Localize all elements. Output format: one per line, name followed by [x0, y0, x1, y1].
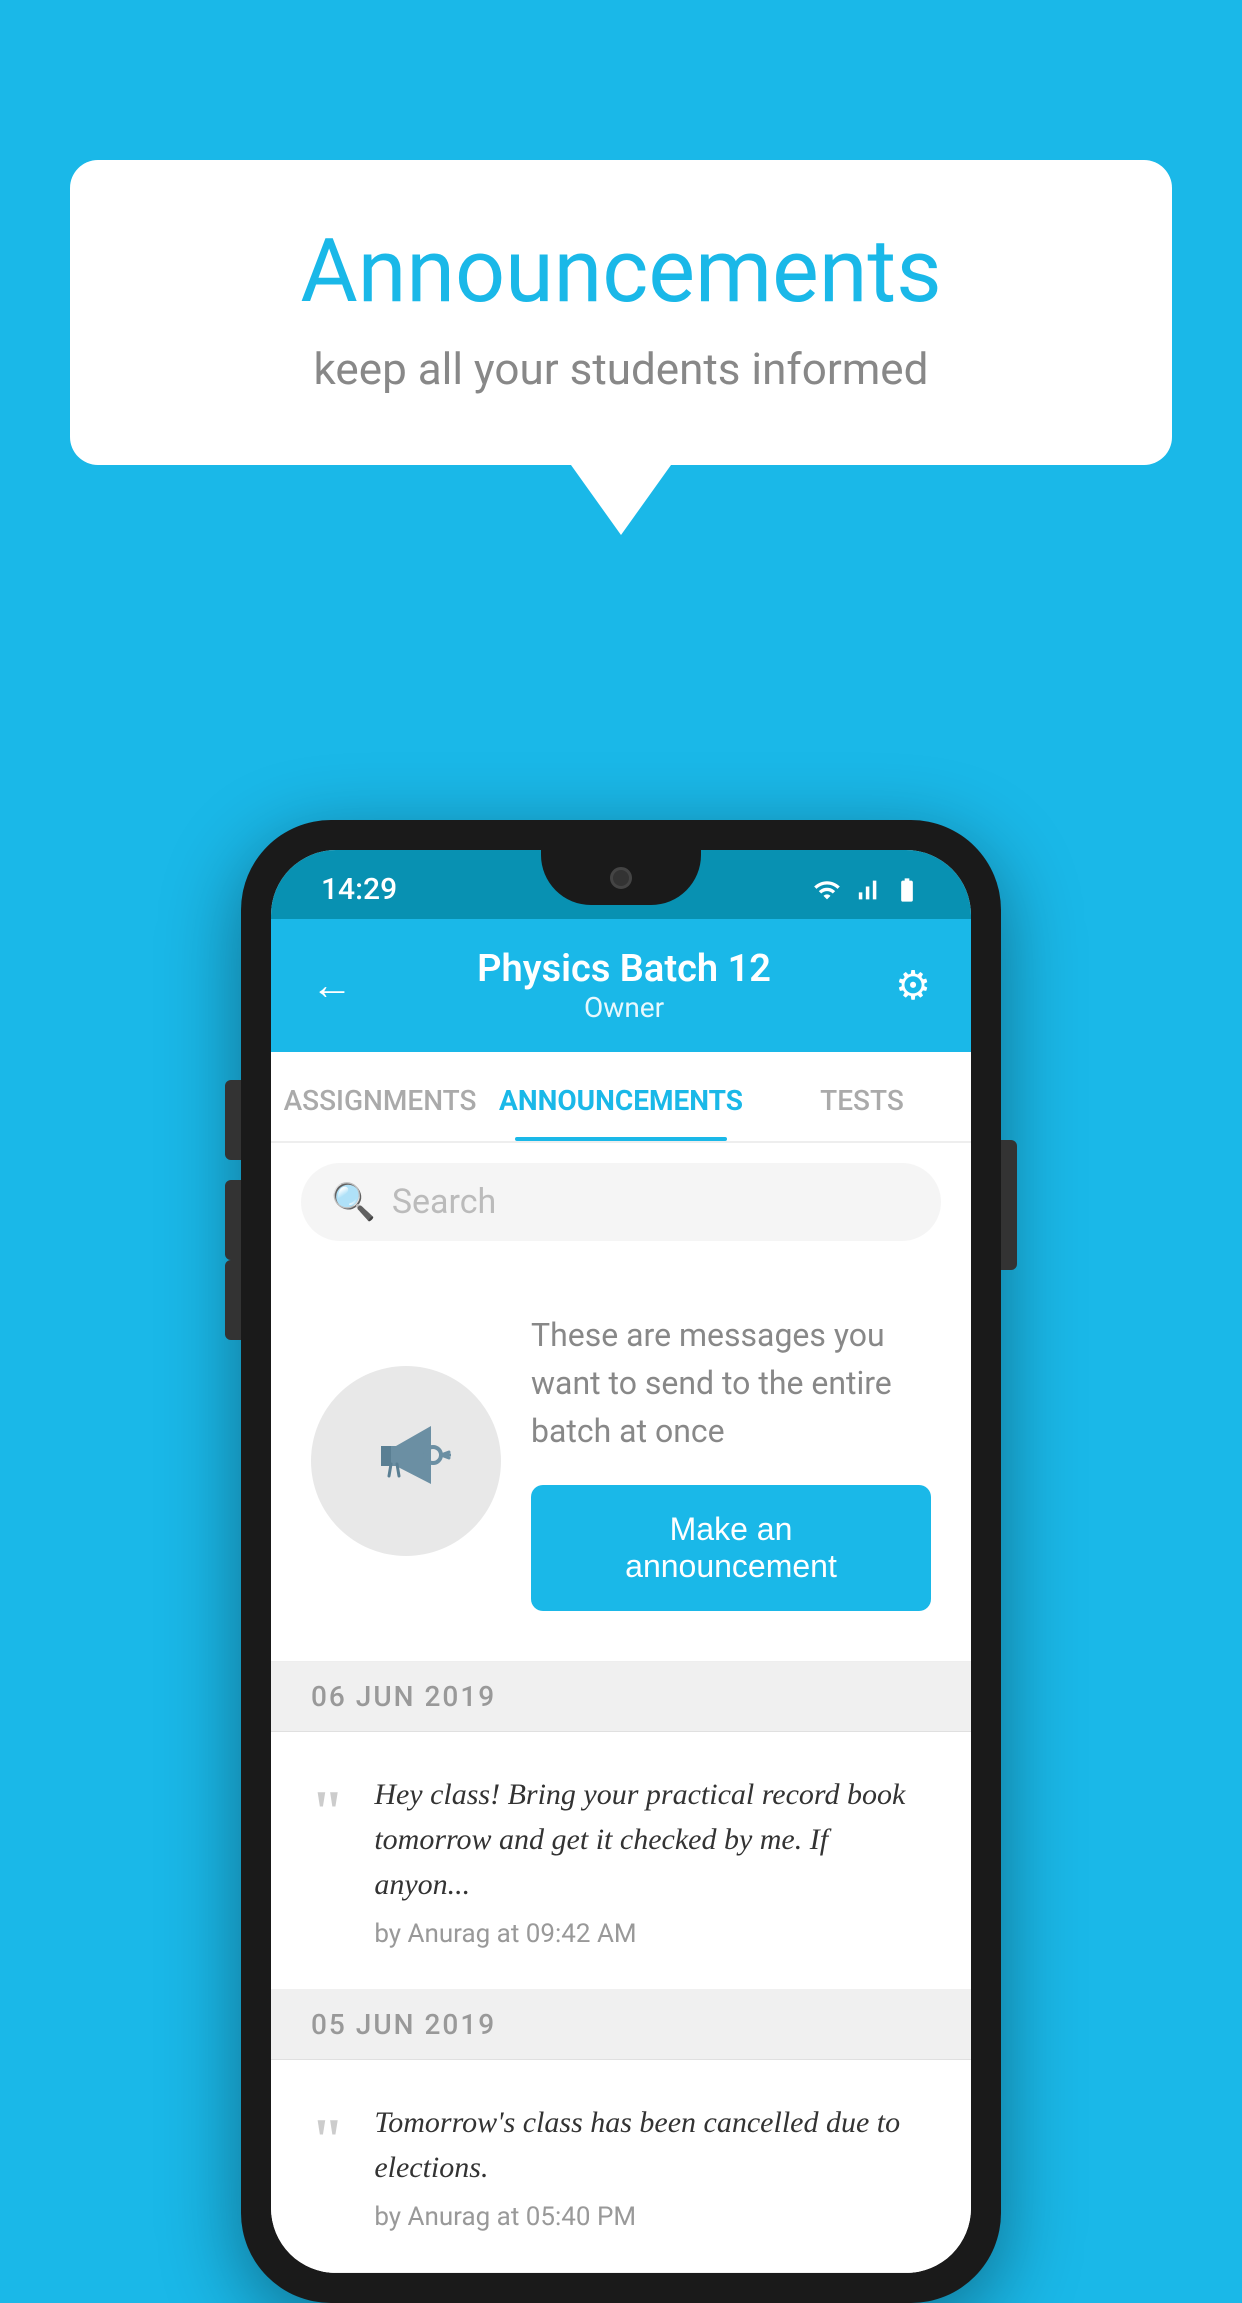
- search-container: 🔍 Search: [271, 1143, 971, 1261]
- quote-icon-2: ": [311, 2110, 344, 2170]
- settings-icon[interactable]: ⚙: [895, 962, 931, 1009]
- message-text-1: Hey class! Bring your practical record b…: [374, 1772, 931, 1907]
- search-icon: 🔍: [331, 1181, 376, 1223]
- app-bar-title: Physics Batch 12: [477, 947, 771, 991]
- phone-screen: 14:29 ←: [271, 850, 971, 2273]
- date-separator-2: 05 JUN 2019: [271, 1990, 971, 2060]
- speech-bubble-arrow: [571, 465, 671, 535]
- wifi-icon: [813, 876, 841, 904]
- app-bar: ← Physics Batch 12 Owner ⚙: [271, 919, 971, 1052]
- quote-icon-1: ": [311, 1782, 344, 1842]
- megaphone-icon: [361, 1406, 451, 1516]
- message-text-2: Tomorrow's class has been cancelled due …: [374, 2100, 931, 2190]
- signal-icon: [853, 876, 881, 904]
- phone-outer: 14:29 ←: [241, 820, 1001, 2303]
- megaphone-svg: [361, 1406, 451, 1496]
- tab-tests[interactable]: TESTS: [753, 1052, 971, 1141]
- message-content-2: Tomorrow's class has been cancelled due …: [374, 2100, 931, 2232]
- speech-bubble-title: Announcements: [150, 220, 1092, 323]
- battery-icon: [893, 876, 921, 904]
- speech-bubble: Announcements keep all your students inf…: [70, 160, 1172, 465]
- phone-notch: [541, 850, 701, 905]
- front-camera: [610, 867, 632, 889]
- tab-announcements[interactable]: ANNOUNCEMENTS: [489, 1052, 753, 1141]
- announcement-icon-circle: [311, 1366, 501, 1556]
- message-meta-2: by Anurag at 05:40 PM: [374, 2202, 931, 2232]
- date-separator-1: 06 JUN 2019: [271, 1662, 971, 1732]
- status-icons: [813, 876, 921, 904]
- speech-bubble-subtitle: keep all your students informed: [150, 343, 1092, 395]
- search-bar[interactable]: 🔍 Search: [301, 1163, 941, 1241]
- speech-bubble-section: Announcements keep all your students inf…: [70, 160, 1172, 535]
- announcement-prompt-card: These are messages you want to send to t…: [271, 1261, 971, 1662]
- message-item-1[interactable]: " Hey class! Bring your practical record…: [271, 1732, 971, 1990]
- message-meta-1: by Anurag at 09:42 AM: [374, 1919, 931, 1949]
- back-button[interactable]: ←: [311, 961, 353, 1010]
- message-content-1: Hey class! Bring your practical record b…: [374, 1772, 931, 1949]
- announcement-prompt-right: These are messages you want to send to t…: [531, 1311, 931, 1611]
- message-item-2[interactable]: " Tomorrow's class has been cancelled du…: [271, 2060, 971, 2273]
- tab-bar: ASSIGNMENTS ANNOUNCEMENTS TESTS: [271, 1052, 971, 1143]
- tab-assignments[interactable]: ASSIGNMENTS: [271, 1052, 489, 1141]
- make-announcement-button[interactable]: Make an announcement: [531, 1485, 931, 1611]
- announcement-description: These are messages you want to send to t…: [531, 1311, 931, 1455]
- phone-mockup: 14:29 ←: [241, 820, 1001, 2303]
- app-bar-subtitle: Owner: [477, 991, 771, 1024]
- search-placeholder: Search: [392, 1182, 496, 1222]
- status-time: 14:29: [321, 872, 397, 907]
- app-bar-title-group: Physics Batch 12 Owner: [477, 947, 771, 1024]
